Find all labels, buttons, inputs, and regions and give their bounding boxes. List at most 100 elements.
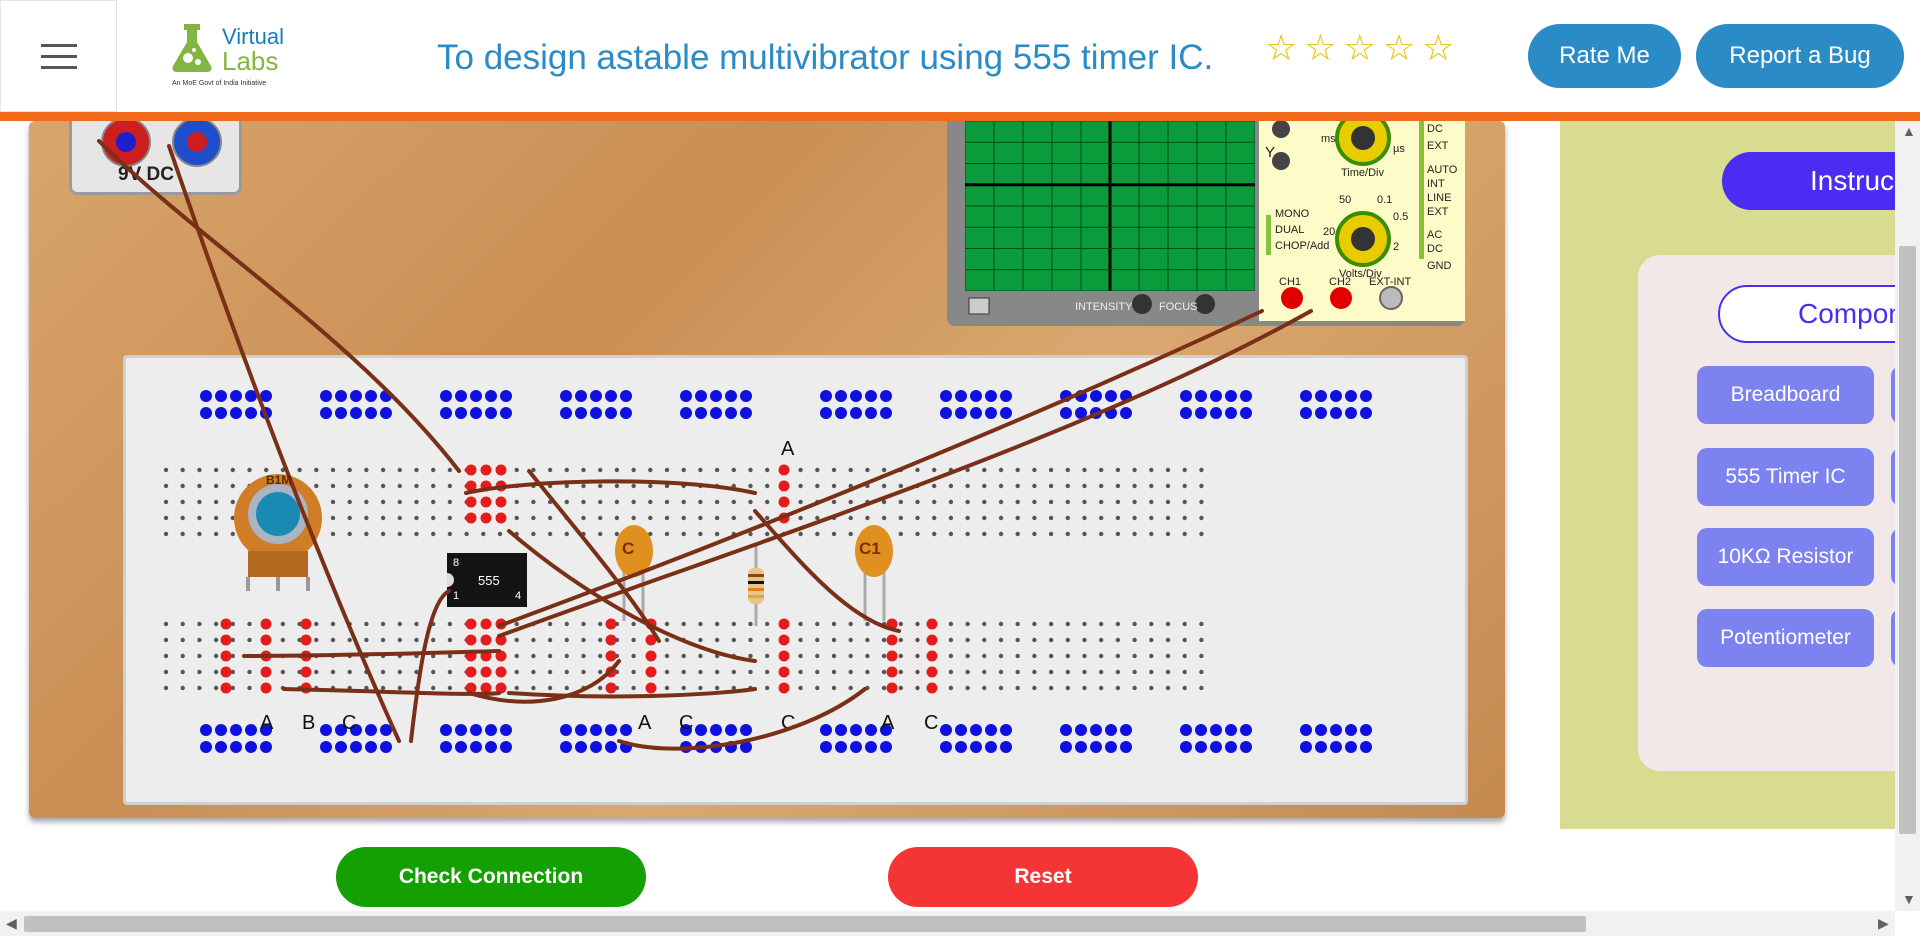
reset-button[interactable]: Reset [888,847,1198,907]
breadboard-hole [714,483,720,489]
breadboard-hole [1149,467,1154,473]
breadboard-hole [1000,407,1012,419]
breadboard-hole [1210,407,1222,419]
instructions-button[interactable]: Instruc [1722,152,1920,210]
component-breadboard-button[interactable]: Breadboard [1697,366,1874,424]
vertical-scroll-thumb[interactable] [1899,246,1916,834]
breadboard-hole [1165,653,1171,659]
breadboard-hole [531,653,536,659]
breadboard-hole [681,669,686,675]
breadboard-hole [1115,685,1121,691]
breadboard-hole [347,515,352,521]
breadboard-hole [940,724,952,736]
breadboard-hole [1065,653,1070,659]
breadboard-hole [560,741,572,753]
breadboard-hole [848,685,853,691]
breadboard-hole [1099,637,1104,643]
breadboard-hole [547,515,553,521]
breadboard-hole [850,407,862,419]
breadboard-hole [564,621,569,627]
breadboard[interactable]: A B C A C C A C A [123,355,1468,805]
breadboard-hole [631,499,636,505]
component-resistor-button[interactable]: 10KΩ Resistor [1697,528,1874,586]
breadboard-hole [213,621,219,627]
breadboard-hole [865,483,870,489]
scroll-up-icon[interactable]: ▲ [1902,123,1916,139]
breadboard-hole [778,650,790,662]
component-potentiometer-button[interactable]: Potentiometer [1697,609,1874,667]
rate-me-button[interactable]: Rate Me [1528,24,1681,88]
breadboard-hole [598,685,603,691]
breadboard-hole [1075,724,1087,736]
power-supply: 9V DC [69,121,242,195]
star-icon[interactable]: ☆ [1304,30,1336,66]
breadboard-hole [881,621,887,627]
breadboard-hole [1149,515,1154,521]
star-icon[interactable]: ☆ [1422,30,1454,66]
scroll-down-icon[interactable]: ▼ [1902,891,1916,907]
breadboard-hole [455,390,467,402]
breadboard-hole [213,653,219,659]
breadboard-hole [731,467,736,473]
breadboard-hole [347,637,352,643]
star-icon[interactable]: ☆ [1383,30,1415,66]
breadboard-hole [470,741,482,753]
breadboard-hole [664,685,670,691]
breadboard-hole [815,685,820,691]
breadboard-hole [247,531,252,537]
breadboard-hole [300,634,312,646]
component-555-button[interactable]: 555 Timer IC [1697,448,1874,506]
breadboard-hole [197,669,202,675]
hamburger-menu-icon[interactable] [0,0,117,112]
components-tab-button[interactable]: Compon [1718,285,1920,343]
breadboard-hole [485,724,497,736]
breadboard-hole [581,499,586,505]
scroll-right-icon[interactable]: ▶ [1878,915,1889,932]
ext-int-input[interactable] [1379,286,1403,310]
breadboard-hole [820,390,832,402]
breadboard-hole [965,621,970,627]
breadboard-hole [1360,724,1372,736]
star-icon[interactable]: ☆ [1344,30,1376,66]
breadboard-hole [1082,621,1087,627]
breadboard-hole [1032,637,1037,643]
mono-label: MONO [1275,208,1310,220]
breadboard-hole [1090,407,1102,419]
breadboard-hole [848,467,853,473]
vertical-scrollbar[interactable]: ▲ ▼ [1895,121,1920,911]
breadboard-hole [815,531,820,537]
breadboard-hole [605,618,617,630]
report-bug-button[interactable]: Report a Bug [1696,24,1904,88]
horizontal-scrollbar[interactable]: ◀ ▶ [0,911,1895,936]
focus-knob[interactable] [1195,294,1215,314]
intensity-knob[interactable] [1132,294,1152,314]
ch2-input[interactable] [1330,287,1352,309]
breadboard-hole [926,682,938,694]
check-connection-button[interactable]: Check Connection [336,847,646,907]
breadboard-hole [848,637,853,643]
breadboard-hole [664,467,670,473]
scope-grid [964,121,1256,292]
breadboard-hole [748,531,753,537]
breadboard-hole [455,407,467,419]
breadboard-hole [347,483,352,489]
scroll-left-icon[interactable]: ◀ [6,915,17,932]
breadboard-hole [881,685,887,691]
breadboard-hole [431,669,436,675]
ch1-input[interactable] [1281,287,1303,309]
breadboard-hole [778,682,790,694]
breadboard-hole [645,682,657,694]
breadboard-hole [1182,515,1187,521]
star-icon[interactable]: ☆ [1265,30,1297,66]
breadboard-hole [778,634,790,646]
breadboard-hole [898,621,903,627]
breadboard-hole [180,499,185,505]
breadboard-hole [664,515,670,521]
breadboard-hole [1090,724,1102,736]
breadboard-hole [698,653,703,659]
horizontal-scroll-thumb[interactable] [24,916,1586,932]
page-title: To design astable multivibrator using 55… [437,38,1214,77]
y-position-knob[interactable] [1272,121,1290,138]
virtual-labs-logo[interactable]: Virtual Labs An MoE Govt of India Initia… [162,18,294,92]
breadboard-hole [648,483,653,489]
